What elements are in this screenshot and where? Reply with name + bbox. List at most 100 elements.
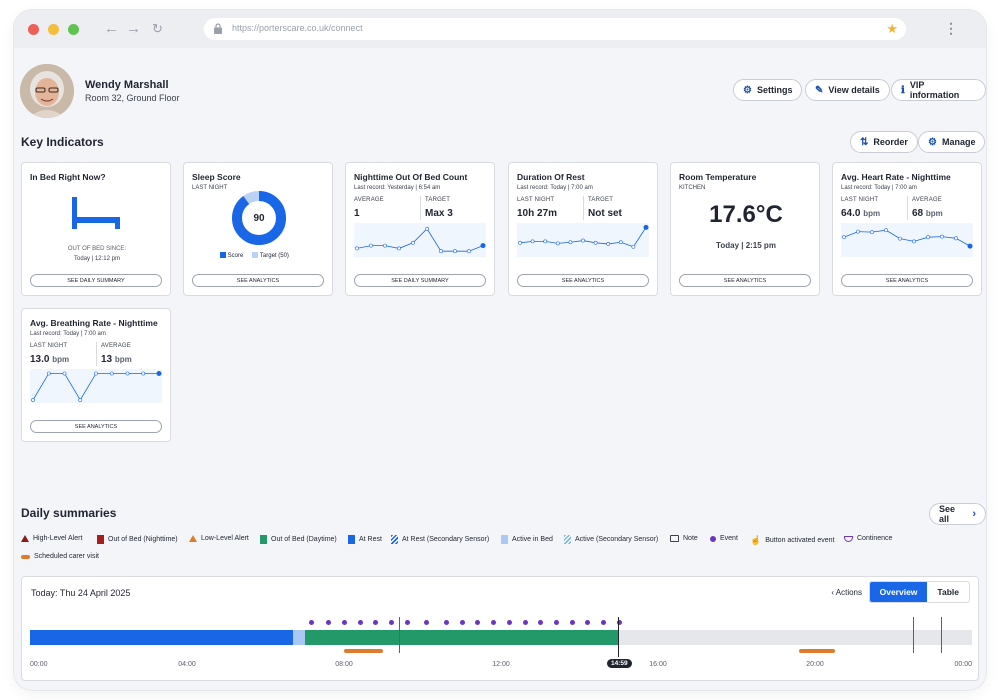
event-dot[interactable] [491,620,497,625]
manage-label: Manage [941,137,976,147]
carer-visit-swatch [21,554,30,559]
back-arrow-icon[interactable]: ← [104,20,119,37]
axis-tick-label: 00:00 [954,661,972,668]
color-swatch [501,535,508,544]
timeline-segment[interactable] [30,630,293,645]
browser-menu-icon[interactable]: ⋮ [944,20,958,37]
event-dot[interactable] [569,620,575,625]
see-analytics-button[interactable]: SEE ANALYTICS [192,274,324,287]
event-dot[interactable] [585,620,591,625]
tab-table[interactable]: Table [927,582,969,602]
close-window-icon[interactable] [28,24,39,35]
out-of-bed-since-value: Today | 12:12 pm [74,256,120,262]
manage-button[interactable]: ⚙ Manage [918,131,986,153]
avatar [20,64,74,118]
event-dot[interactable] [404,620,410,625]
legend-score-label: Score [227,253,244,259]
event-dot[interactable] [373,620,379,625]
event-dot[interactable] [601,620,607,625]
tab-overview[interactable]: Overview [869,582,928,602]
see-analytics-button[interactable]: SEE ANALYTICS [841,274,973,287]
timeline-track[interactable]: 00:00 04:00 08:00 12:00 16:00 20:00 00:00 14:59 [30,617,972,677]
url-text: https://porterscare.co.uk/connect [232,23,363,33]
timeline-segment[interactable] [292,630,305,645]
see-analytics-button[interactable]: SEE ANALYTICS [517,274,649,287]
see-all-button[interactable]: See all › [929,503,986,525]
settings-button[interactable]: ⚙ Settings [733,79,803,101]
sparkline-point [518,240,522,245]
metric-value: 68 bpm [912,208,943,219]
sparkline-point [411,240,415,245]
event-dot[interactable] [553,620,559,625]
sparkline-point [125,371,130,376]
legend-label: High-Level Alert [33,535,83,542]
legend-label: Event [720,535,738,542]
bookmark-star-icon[interactable]: ★ [886,21,898,37]
event-dot[interactable] [308,620,314,625]
see-daily-summary-button[interactable]: SEE DAILY SUMMARY [354,274,486,287]
card-subtitle: KITCHEN [679,185,706,191]
reorder-button[interactable]: ⇅ Reorder [850,131,918,153]
metric-label: LAST NIGHT [517,197,555,203]
view-details-button[interactable]: ✎ View details [805,79,890,101]
legend-label: Active in Bed [512,536,553,543]
sparkline-point [631,244,636,249]
address-bar[interactable]: https://porterscare.co.uk/connect ★ [204,18,906,40]
timeline-segment[interactable] [617,630,972,645]
sparkline-point [856,229,860,234]
chevron-right-icon: › [972,508,976,520]
minimize-window-icon[interactable] [48,24,59,35]
sparkline-point [467,249,471,254]
legend-label: Note [683,535,698,542]
legend-label: Out of Bed (Nighttime) [108,536,178,543]
hatch-swatch [391,535,398,544]
legend-label: Continence [857,535,893,542]
forward-arrow-icon[interactable]: → [126,20,141,37]
timeline-date: Today: Thu 24 April 2025 [31,588,131,598]
event-dot[interactable] [357,620,363,625]
metric-divider [420,196,421,220]
see-analytics-button[interactable]: SEE ANALYTICS [679,274,811,287]
legend-label: Scheduled carer visit [34,553,99,560]
browser-chrome: ← → ↻ https://porterscare.co.uk/connect … [14,10,986,48]
legend-item: ☝ Button activated event [750,535,835,546]
axis-tick-label: 20:00 [806,661,824,668]
gear-icon: ⚙ [743,84,752,96]
avatar-photo-icon [20,64,74,118]
vip-information-button[interactable]: ℹ VIP information [891,79,986,101]
carer-visit-bar[interactable] [344,649,384,653]
color-swatch [260,535,267,544]
sparkline [30,369,162,403]
see-analytics-button[interactable]: SEE ANALYTICS [30,420,162,433]
legend-item: Active in Bed [501,535,553,544]
card-breathing-rate: Avg. Breathing Rate - Nighttime Last rec… [21,308,171,442]
metric-value: 10h 27m [517,208,558,219]
carer-visit-bar[interactable] [799,649,835,653]
sparkline-point [141,371,146,376]
sparkline-point [383,243,387,248]
maximize-window-icon[interactable] [68,24,79,35]
legend-label: Low-Level Alert [201,535,249,542]
event-dot[interactable] [389,620,395,625]
metric-unit: bpm [863,209,881,218]
event-dot[interactable] [424,620,430,625]
reload-icon[interactable]: ↻ [152,21,163,37]
sparkline-point [581,238,585,243]
card-title: Avg. Breathing Rate - Nighttime [30,318,158,328]
event-dot[interactable] [522,620,528,625]
triangle-icon [21,535,29,542]
event-dot[interactable] [342,620,347,625]
card-title: Sleep Score [192,172,241,182]
event-dot[interactable] [538,620,544,625]
see-daily-summary-button[interactable]: SEE DAILY SUMMARY [30,274,162,287]
actions-button[interactable]: ‹ Actions [831,588,862,597]
card-title: Nighttime Out Of Bed Count [354,172,468,182]
legend-item: Note [670,535,698,542]
event-dot[interactable] [444,620,450,625]
timeline-panel: Today: Thu 24 April 2025 ‹ Actions Overv… [21,576,979,681]
timeline-segment[interactable] [304,630,618,645]
event-dot[interactable] [475,620,481,625]
event-dot[interactable] [506,620,512,625]
event-dot[interactable] [459,620,465,625]
event-dot[interactable] [326,620,332,625]
